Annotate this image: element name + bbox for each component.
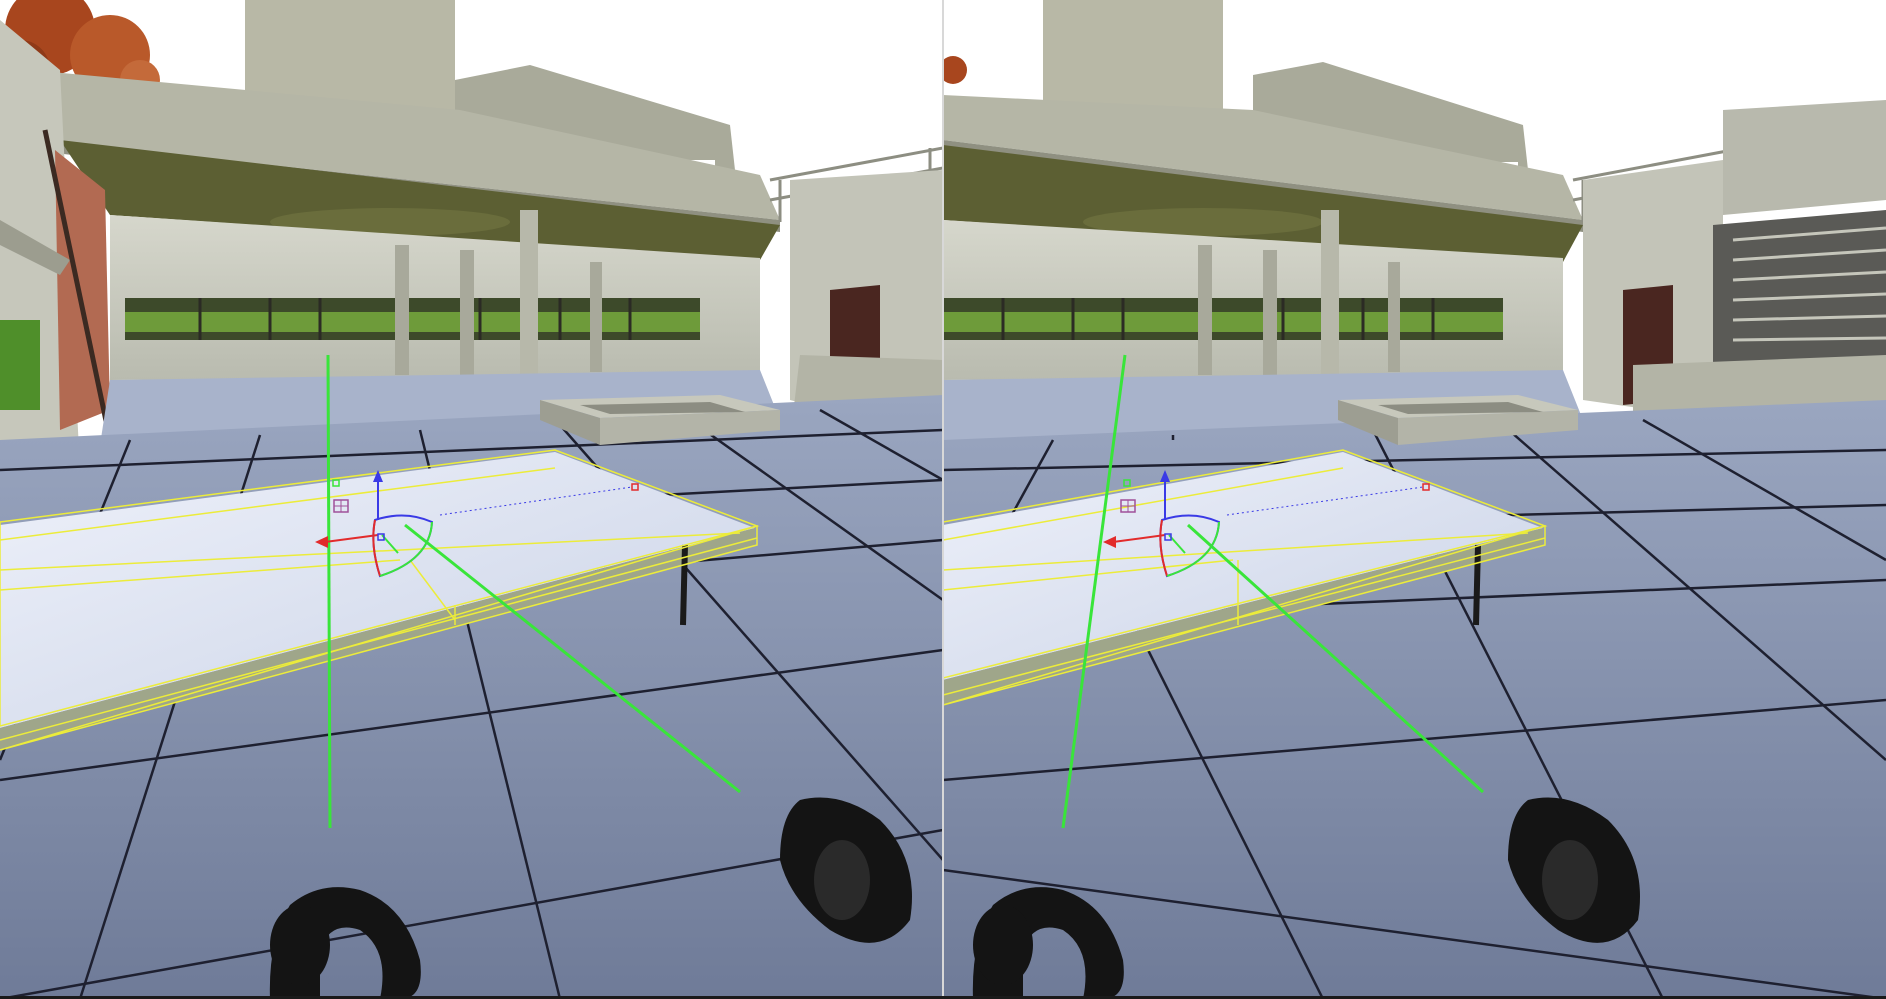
upper-terrace-wall — [1723, 100, 1886, 215]
grass-outside — [0, 320, 40, 410]
right-eye-view — [943, 0, 1886, 999]
left-eye-view — [0, 0, 943, 999]
right-eye-scene — [943, 0, 1886, 999]
column — [1263, 250, 1277, 375]
column — [1388, 262, 1400, 372]
brick-panel — [55, 150, 110, 430]
eye-divider — [942, 0, 944, 999]
column — [395, 245, 409, 375]
column — [590, 262, 602, 372]
vr-stereo-viewport — [0, 0, 1886, 999]
column — [1198, 245, 1212, 375]
column — [460, 250, 474, 375]
chimney — [1043, 0, 1223, 115]
left-eye-scene — [0, 0, 943, 999]
